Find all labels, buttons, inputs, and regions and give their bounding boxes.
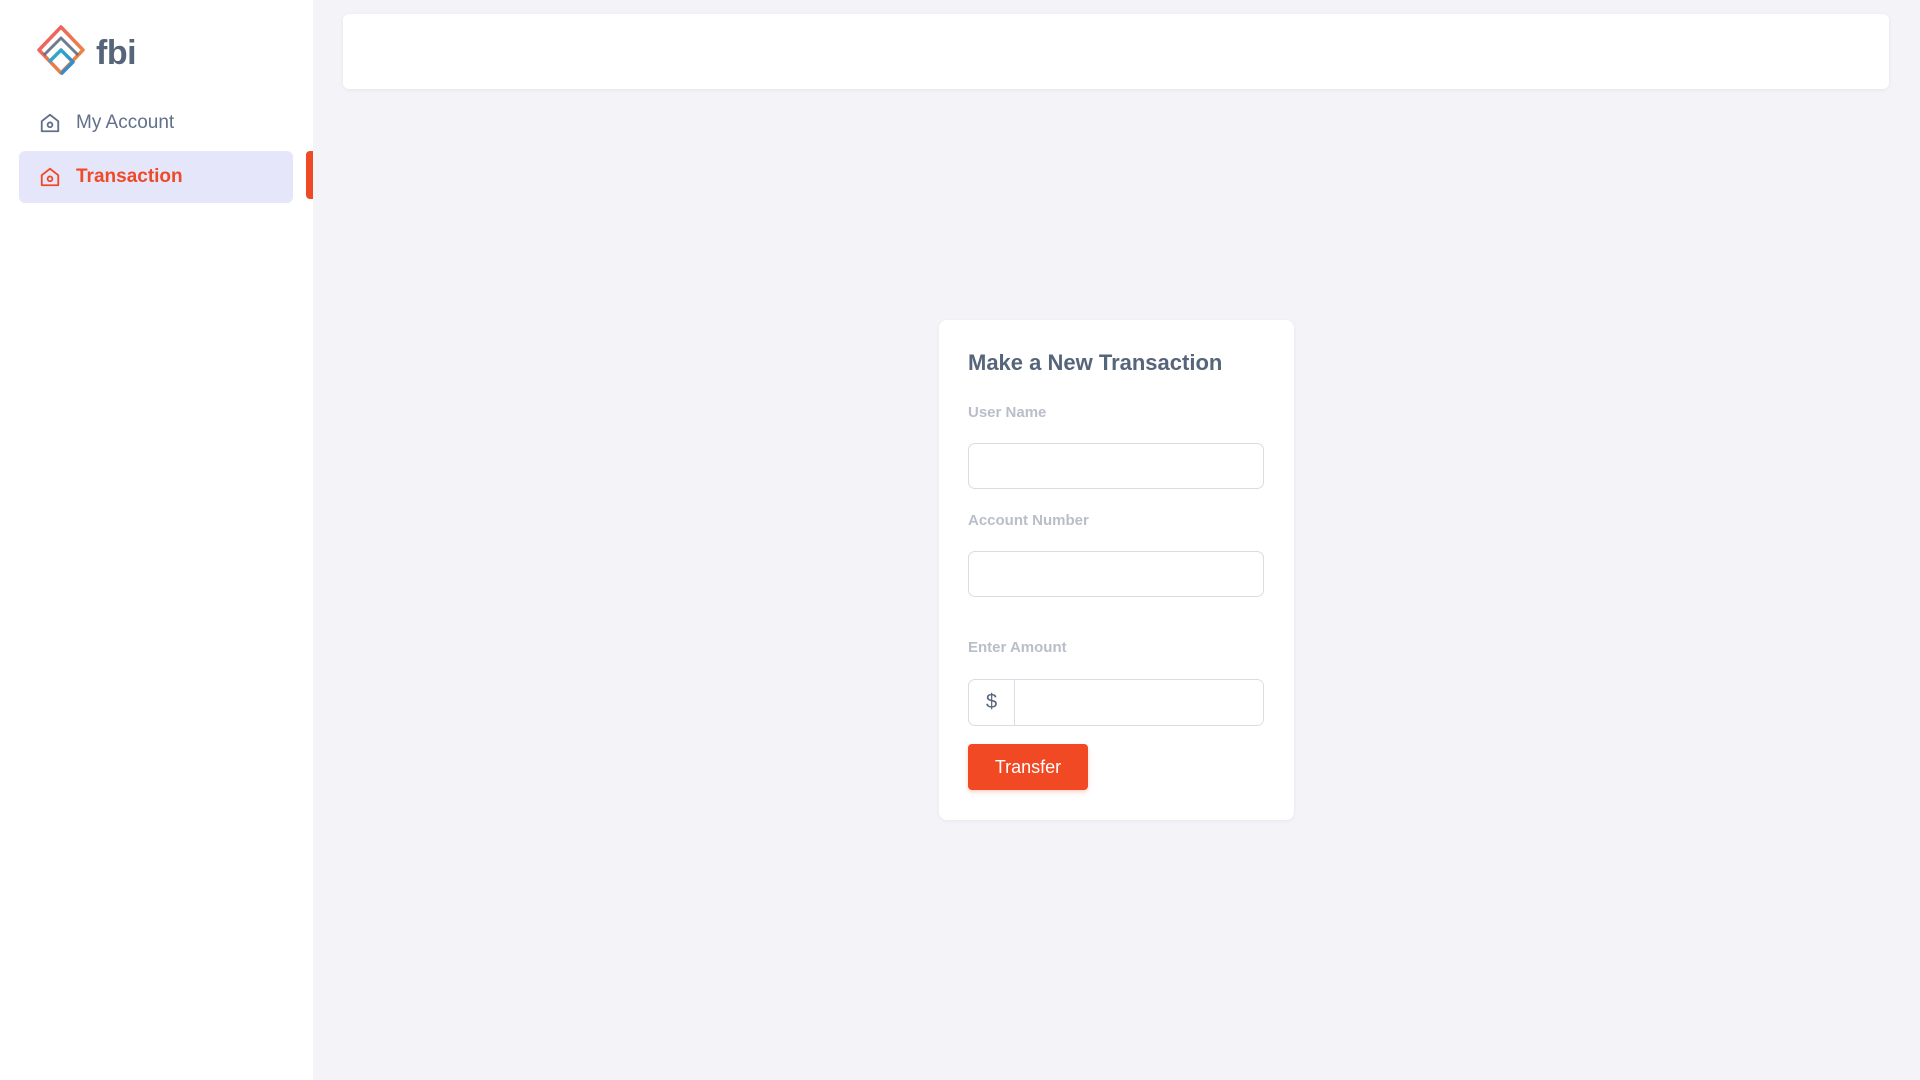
transfer-button[interactable]: Transfer xyxy=(968,744,1088,790)
user-name-label: User Name xyxy=(968,404,1047,421)
sidebar: fbi My Account Transaction xyxy=(0,0,313,1080)
top-bar xyxy=(343,14,1889,89)
amount-input-group: $ xyxy=(968,679,1264,726)
user-name-input[interactable] xyxy=(968,443,1264,489)
sidebar-item-my-account[interactable]: My Account xyxy=(19,97,293,149)
transaction-card: Make a New Transaction User Name Account… xyxy=(939,320,1294,820)
account-number-input[interactable] xyxy=(968,551,1264,597)
brand-name: fbi xyxy=(96,33,137,72)
diamond-logo-icon xyxy=(37,25,85,76)
card-title: Make a New Transaction xyxy=(968,350,1223,375)
amount-label: Enter Amount xyxy=(968,639,1067,656)
active-nav-indicator xyxy=(306,151,313,199)
currency-symbol: $ xyxy=(969,680,1015,725)
home-icon xyxy=(39,166,61,188)
sidebar-item-label: Transaction xyxy=(76,166,183,187)
amount-input[interactable] xyxy=(1015,680,1263,725)
brand-logo[interactable]: fbi xyxy=(36,24,137,82)
sidebar-item-label: My Account xyxy=(76,112,175,133)
home-icon xyxy=(39,112,61,134)
account-number-label: Account Number xyxy=(968,512,1089,529)
sidebar-item-transaction[interactable]: Transaction xyxy=(19,151,293,203)
